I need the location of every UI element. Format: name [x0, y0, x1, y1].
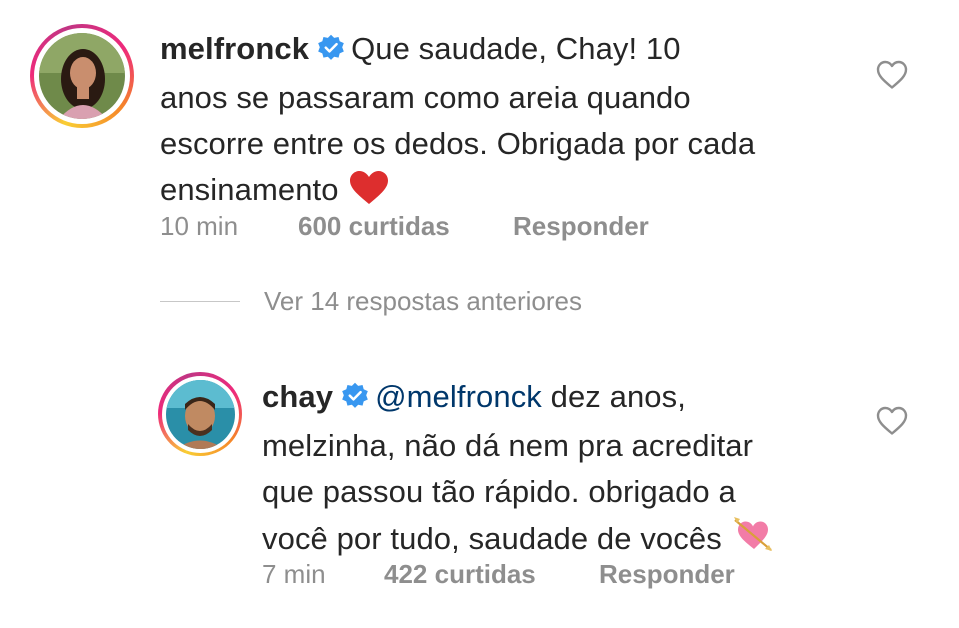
comment-chay: chay @melfronck dez anos, melzinha, não d…: [0, 360, 959, 628]
reply-text-line3: que passou tão rápido. obrigado a: [262, 474, 736, 509]
comment-text-line4: ensinamento: [160, 172, 339, 207]
comment-text-line1: Que saudade, Chay! 10: [351, 31, 681, 66]
like-heart-icon[interactable]: [876, 60, 908, 95]
comment-melfronck: melfronck Que saudade, Chay! 10 anos se p…: [0, 0, 959, 260]
reply-time: 7 min: [262, 559, 326, 589]
avatar-melfronck: [39, 33, 125, 119]
reply-button[interactable]: Responder: [513, 211, 649, 242]
view-replies-link[interactable]: Ver 14 respostas anteriores: [264, 286, 582, 317]
reply-text-line2: melzinha, não dá nem pra acreditar: [262, 428, 754, 463]
likes-count[interactable]: 600 curtidas: [298, 211, 513, 242]
replies-divider-line: [160, 301, 240, 302]
reply-text-line1: dez anos,: [550, 379, 686, 414]
reply-text-line4: você por tudo, saudade de vocês: [262, 521, 722, 556]
heart-with-arrow-emoji-icon: [732, 515, 774, 568]
comment-text-line3: escorre entre os dedos. Obrigada por cad…: [160, 126, 756, 161]
mention-link[interactable]: @melfronck: [375, 379, 542, 414]
avatar-ring[interactable]: [158, 372, 242, 456]
view-previous-replies[interactable]: Ver 14 respostas anteriores: [160, 286, 582, 317]
likes-count[interactable]: 422 curtidas: [384, 559, 599, 590]
reply-meta: 7 min 422 curtidas Responder: [262, 559, 735, 590]
reply-button[interactable]: Responder: [599, 559, 735, 590]
like-heart-icon[interactable]: [876, 406, 908, 441]
comment-text: melfronck Que saudade, Chay! 10 anos se p…: [160, 26, 840, 219]
username-chay[interactable]: chay: [262, 379, 333, 414]
verified-badge-icon: [341, 377, 369, 423]
verified-badge-icon: [317, 29, 345, 75]
avatar-chay: [165, 379, 235, 449]
reply-text: chay @melfronck dez anos, melzinha, não d…: [262, 374, 862, 568]
comment-time: 10 min: [160, 211, 239, 241]
comment-text-line2: anos se passaram como areia quando: [160, 80, 691, 115]
username-melfronck[interactable]: melfronck: [160, 31, 309, 66]
comment-meta: 10 min 600 curtidas Responder: [160, 211, 649, 242]
avatar-ring[interactable]: [30, 24, 134, 128]
